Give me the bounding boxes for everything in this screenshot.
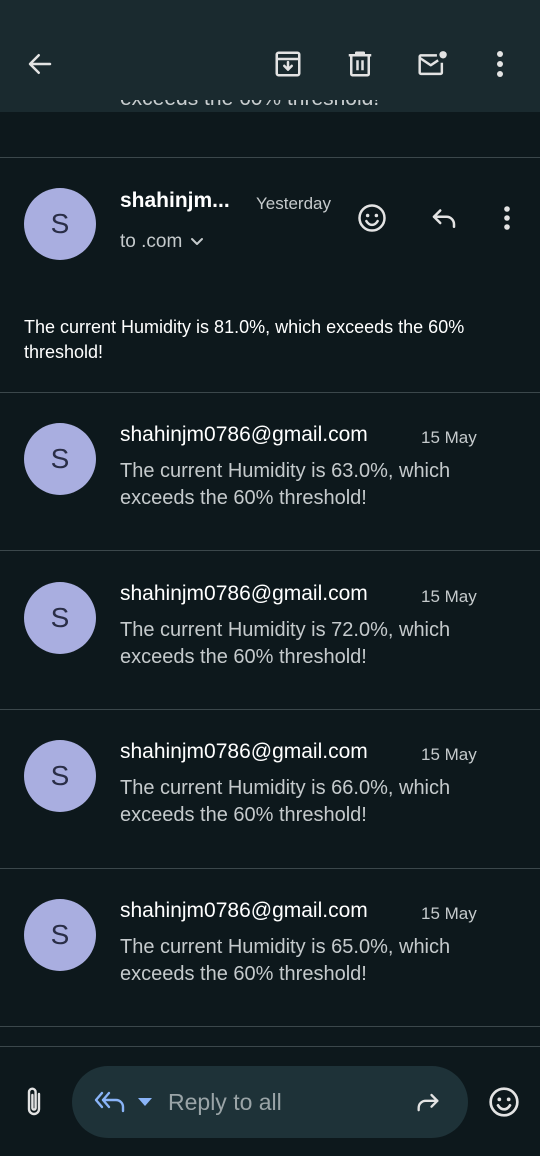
- message-date: Yesterday: [256, 194, 331, 213]
- avatar-letter: S: [50, 919, 70, 950]
- previous-message-snippet: exceeds the 60% threshold!: [120, 100, 420, 116]
- message-snippet: The current Humidity is 66.0%, which exc…: [120, 777, 451, 826]
- message-more-button[interactable]: [490, 200, 524, 236]
- avatar-letter: S: [50, 443, 70, 474]
- message-date: 15 May: [421, 745, 477, 764]
- previous-message-text: exceeds the 60% threshold!: [120, 100, 379, 111]
- archive-button[interactable]: [268, 44, 308, 84]
- sender-name[interactable]: shahinjm...: [120, 189, 230, 213]
- message-snippet: The current Humidity is 65.0%, which exc…: [120, 936, 451, 985]
- divider: [0, 1046, 540, 1047]
- mark-unread-button[interactable]: [412, 44, 452, 84]
- forward-button[interactable]: [410, 1086, 446, 1118]
- delete-button[interactable]: [340, 44, 380, 84]
- add-reaction-button[interactable]: [354, 200, 390, 236]
- message-date: 15 May: [421, 587, 477, 606]
- avatar[interactable]: S: [24, 423, 96, 495]
- thread-message[interactable]: S shahinjm0786@gmail.com 15 May The curr…: [0, 869, 540, 1027]
- more-options-button[interactable]: [482, 44, 518, 84]
- reply-button[interactable]: [426, 200, 462, 236]
- back-button[interactable]: [20, 44, 60, 84]
- emoji-icon: [358, 204, 386, 232]
- thread-message[interactable]: S shahinjm0786@gmail.com 15 May The curr…: [0, 710, 540, 868]
- caret-down-icon: [138, 1098, 152, 1106]
- sender-name: shahinjm0786@gmail.com: [120, 899, 368, 922]
- mail-unread-icon: [418, 51, 447, 76]
- avatar[interactable]: S: [24, 899, 96, 971]
- avatar[interactable]: S: [24, 188, 96, 260]
- divider: [0, 550, 540, 551]
- reply-placeholder: Reply to all: [168, 1089, 282, 1115]
- message-snippet: The current Humidity is 72.0%, which exc…: [120, 619, 451, 668]
- avatar[interactable]: S: [24, 740, 96, 812]
- thread-message[interactable]: S shahinjm0786@gmail.com 15 May The curr…: [0, 552, 540, 710]
- emoji-reaction-button[interactable]: [486, 1084, 522, 1120]
- message-date: 15 May: [421, 428, 477, 447]
- recipient-text: to .com: [120, 231, 183, 252]
- attach-button[interactable]: [16, 1084, 52, 1120]
- emoji-icon: [489, 1087, 519, 1117]
- message-body: The current Humidity is 81.0%, which exc…: [24, 317, 465, 362]
- forward-icon: [417, 1093, 439, 1112]
- avatar-letter: S: [50, 208, 70, 239]
- divider: [0, 157, 540, 158]
- paperclip-icon: [27, 1087, 41, 1116]
- top-toolbar: [0, 0, 540, 112]
- sender-name: shahinjm0786@gmail.com: [120, 582, 368, 605]
- more-vert-icon: [497, 51, 503, 77]
- avatar-letter: S: [50, 602, 70, 633]
- message-date: 15 May: [421, 904, 477, 923]
- thread-message[interactable]: S shahinjm0786@gmail.com 15 May The curr…: [0, 393, 540, 551]
- reply-composer-bar: Reply to all: [0, 1046, 540, 1156]
- avatar-letter: S: [50, 760, 70, 791]
- recipient-details-toggle[interactable]: to .com: [120, 231, 204, 253]
- chevron-down-icon: [191, 238, 204, 245]
- archive-icon: [275, 51, 301, 77]
- reply-all-icon: [94, 1091, 125, 1113]
- message-snippet: The current Humidity is 63.0%, which exc…: [120, 460, 451, 509]
- trash-icon: [348, 51, 372, 77]
- more-vert-icon: [504, 206, 510, 230]
- avatar[interactable]: S: [24, 582, 96, 654]
- reply-mode-dropdown[interactable]: [90, 1088, 156, 1116]
- sender-name: shahinjm0786@gmail.com: [120, 423, 368, 446]
- sender-name: shahinjm0786@gmail.com: [120, 740, 368, 763]
- divider: [0, 1026, 540, 1027]
- reply-icon: [432, 209, 456, 228]
- arrow-left-icon: [28, 54, 52, 74]
- reply-to-all-field[interactable]: Reply to all: [72, 1066, 468, 1138]
